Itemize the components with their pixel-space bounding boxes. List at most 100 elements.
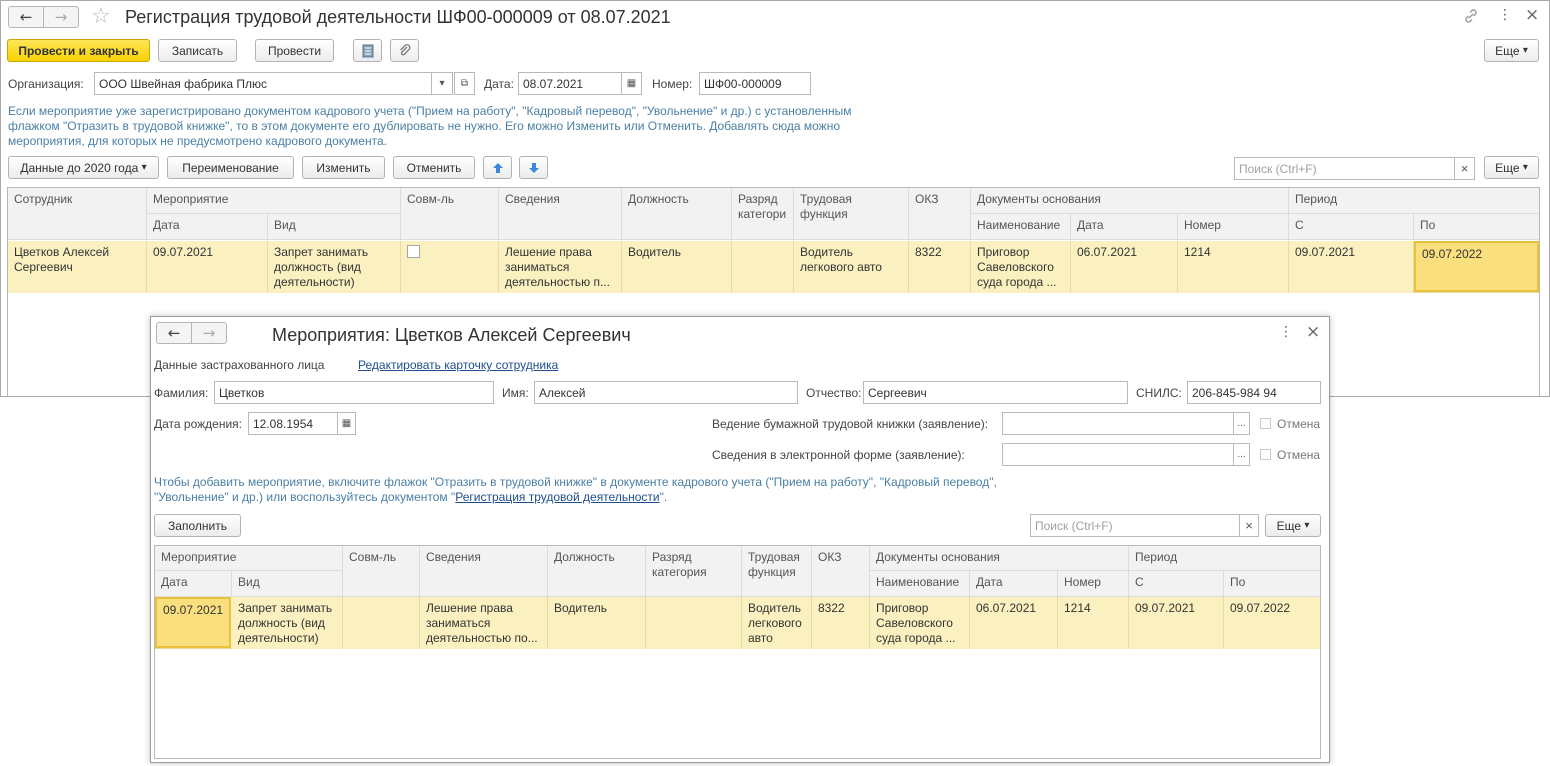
dcol-period-to[interactable]: По bbox=[1224, 571, 1320, 597]
cell-grade[interactable] bbox=[732, 241, 794, 293]
dcell-doc-name[interactable]: Приговор Савеловского суда города ... bbox=[870, 597, 970, 649]
patronymic-field[interactable]: Сергеевич bbox=[863, 381, 1128, 404]
dcell-doc-number[interactable]: 1214 bbox=[1058, 597, 1129, 649]
cell-parttime[interactable] bbox=[401, 241, 499, 293]
dcell-event-kind[interactable]: Запрет занимать должность (вид деятельно… bbox=[232, 597, 343, 649]
dialog-search-input[interactable]: Поиск (Ctrl+F) bbox=[1030, 514, 1240, 537]
edit-employee-link[interactable]: Редактировать карточку сотрудника bbox=[358, 358, 558, 372]
dialog-back-button[interactable]: ← bbox=[156, 322, 192, 344]
dcell-function[interactable]: Водитель легкового авто bbox=[742, 597, 812, 649]
dcol-event-date[interactable]: Дата bbox=[155, 571, 232, 597]
col-doc-name[interactable]: Наименование bbox=[971, 214, 1071, 240]
data-before-2020-button[interactable]: Данные до 2020 года ▾ bbox=[8, 156, 159, 179]
dcol-info[interactable]: Сведения bbox=[420, 546, 548, 597]
col-okz[interactable]: ОКЗ bbox=[909, 188, 971, 240]
dcell-parttime[interactable] bbox=[343, 597, 420, 649]
forward-button[interactable]: → bbox=[43, 6, 79, 28]
snils-field[interactable]: 206-845-984 94 bbox=[1187, 381, 1321, 404]
dcol-doc-date[interactable]: Дата bbox=[970, 571, 1058, 597]
table-more-button[interactable]: Еще ▾ bbox=[1484, 156, 1539, 179]
dcol-doc-number[interactable]: Номер bbox=[1058, 571, 1129, 597]
dcol-grade[interactable]: Разряд категория bbox=[646, 546, 742, 597]
dcol-doc-name[interactable]: Наименование bbox=[870, 571, 970, 597]
dcell-doc-date[interactable]: 06.07.2021 bbox=[970, 597, 1058, 649]
cancel-event-button[interactable]: Отменить bbox=[393, 156, 475, 179]
dcell-period-from[interactable]: 09.07.2021 bbox=[1129, 597, 1224, 649]
more-button[interactable]: Еще ▾ bbox=[1484, 39, 1539, 62]
dcol-event-kind[interactable]: Вид bbox=[232, 571, 343, 597]
number-field[interactable]: ШФ00-000009 bbox=[699, 72, 811, 95]
cell-function[interactable]: Водитель легкового авто bbox=[794, 241, 909, 293]
col-position[interactable]: Должность bbox=[622, 188, 732, 240]
fill-button[interactable]: Заполнить bbox=[154, 514, 241, 537]
dialog-more-menu-icon[interactable]: ⋮ bbox=[1279, 324, 1293, 340]
paper-book-field[interactable] bbox=[1002, 412, 1234, 435]
organization-open-button[interactable]: ⧉ bbox=[454, 72, 475, 95]
col-grade[interactable]: Разряд категори bbox=[732, 188, 794, 240]
col-period-to[interactable]: По bbox=[1414, 214, 1539, 240]
dialog-close-icon[interactable]: × bbox=[1306, 322, 1320, 342]
move-down-button[interactable] bbox=[519, 156, 548, 179]
name-field[interactable]: Алексей bbox=[534, 381, 798, 404]
dcol-position[interactable]: Должность bbox=[548, 546, 646, 597]
link-icon[interactable] bbox=[1463, 8, 1479, 28]
organization-dropdown-button[interactable]: ▾ bbox=[431, 72, 453, 95]
search-input[interactable]: Поиск (Ctrl+F) bbox=[1234, 157, 1455, 180]
col-event-date[interactable]: Дата bbox=[147, 214, 268, 240]
dcol-parttime[interactable]: Совм-ль bbox=[343, 546, 420, 597]
col-parttime[interactable]: Совм-ль bbox=[401, 188, 499, 240]
electronic-cancel-checkbox[interactable] bbox=[1260, 449, 1271, 463]
move-up-button[interactable] bbox=[483, 156, 512, 179]
dcell-okz[interactable]: 8322 bbox=[812, 597, 870, 649]
cell-period-to[interactable]: 09.07.2022 bbox=[1414, 241, 1539, 292]
electronic-field[interactable] bbox=[1002, 443, 1234, 466]
dcell-position[interactable]: Водитель bbox=[548, 597, 646, 649]
dcell-period-to[interactable]: 09.07.2022 bbox=[1224, 597, 1320, 649]
change-button[interactable]: Изменить bbox=[302, 156, 385, 179]
cell-okz[interactable]: 8322 bbox=[909, 241, 971, 293]
dialog-forward-button[interactable]: → bbox=[191, 322, 227, 344]
dcol-okz[interactable]: ОКЗ bbox=[812, 546, 870, 597]
cell-doc-number[interactable]: 1214 bbox=[1178, 241, 1289, 293]
dialog-more-button[interactable]: Еще ▾ bbox=[1265, 514, 1321, 537]
cell-event-date[interactable]: 09.07.2021 bbox=[147, 241, 268, 293]
registration-doc-link[interactable]: Регистрация трудовой деятельности bbox=[455, 490, 659, 504]
attach-button[interactable] bbox=[390, 39, 419, 62]
parttime-checkbox[interactable] bbox=[407, 245, 420, 258]
col-doc-date[interactable]: Дата bbox=[1071, 214, 1178, 240]
back-button[interactable]: ← bbox=[8, 6, 44, 28]
organization-field[interactable]: ООО Швейная фабрика Плюс bbox=[94, 72, 432, 95]
col-event-kind[interactable]: Вид bbox=[268, 214, 401, 240]
dcell-grade[interactable] bbox=[646, 597, 742, 649]
cell-position[interactable]: Водитель bbox=[622, 241, 732, 293]
birth-date-field[interactable]: 12.08.1954 bbox=[248, 412, 338, 435]
electronic-select-button[interactable]: ... bbox=[1233, 443, 1250, 466]
report-button[interactable] bbox=[353, 39, 382, 62]
dialog-search-clear-button[interactable]: × bbox=[1239, 514, 1259, 537]
post-and-close-button[interactable]: Провести и закрыть bbox=[7, 39, 150, 62]
paper-book-select-button[interactable]: ... bbox=[1233, 412, 1250, 435]
col-period-from[interactable]: С bbox=[1289, 214, 1414, 240]
col-function[interactable]: Трудовая функция bbox=[794, 188, 909, 240]
cell-doc-name[interactable]: Приговор Савеловского суда города ... bbox=[971, 241, 1071, 293]
cell-event-kind[interactable]: Запрет занимать должность (вид деятельно… bbox=[268, 241, 401, 293]
surname-field[interactable]: Цветков bbox=[214, 381, 494, 404]
date-field[interactable]: 08.07.2021 bbox=[518, 72, 622, 95]
cell-employee[interactable]: Цветков Алексей Сергеевич bbox=[8, 241, 147, 293]
col-doc-number[interactable]: Номер bbox=[1178, 214, 1289, 240]
dcell-event-date[interactable]: 09.07.2021 bbox=[155, 597, 231, 648]
cell-doc-date[interactable]: 06.07.2021 bbox=[1071, 241, 1178, 293]
dcol-period-from[interactable]: С bbox=[1129, 571, 1224, 597]
favorite-star-icon[interactable]: ☆ bbox=[91, 4, 111, 29]
paper-cancel-checkbox[interactable] bbox=[1260, 418, 1271, 432]
cell-period-from[interactable]: 09.07.2021 bbox=[1289, 241, 1414, 293]
cell-info[interactable]: Лешение права заниматься деятельностью п… bbox=[499, 241, 622, 293]
more-menu-icon[interactable]: ⋮ bbox=[1498, 7, 1512, 23]
col-info[interactable]: Сведения bbox=[499, 188, 622, 240]
rename-button[interactable]: Переименование bbox=[167, 156, 294, 179]
birth-calendar-button[interactable]: ▦ bbox=[337, 412, 356, 435]
search-clear-button[interactable]: × bbox=[1454, 157, 1475, 180]
dcell-info[interactable]: Лешение права заниматься деятельностью п… bbox=[420, 597, 548, 649]
save-button[interactable]: Записать bbox=[158, 39, 237, 62]
dcol-function[interactable]: Трудовая функция bbox=[742, 546, 812, 597]
